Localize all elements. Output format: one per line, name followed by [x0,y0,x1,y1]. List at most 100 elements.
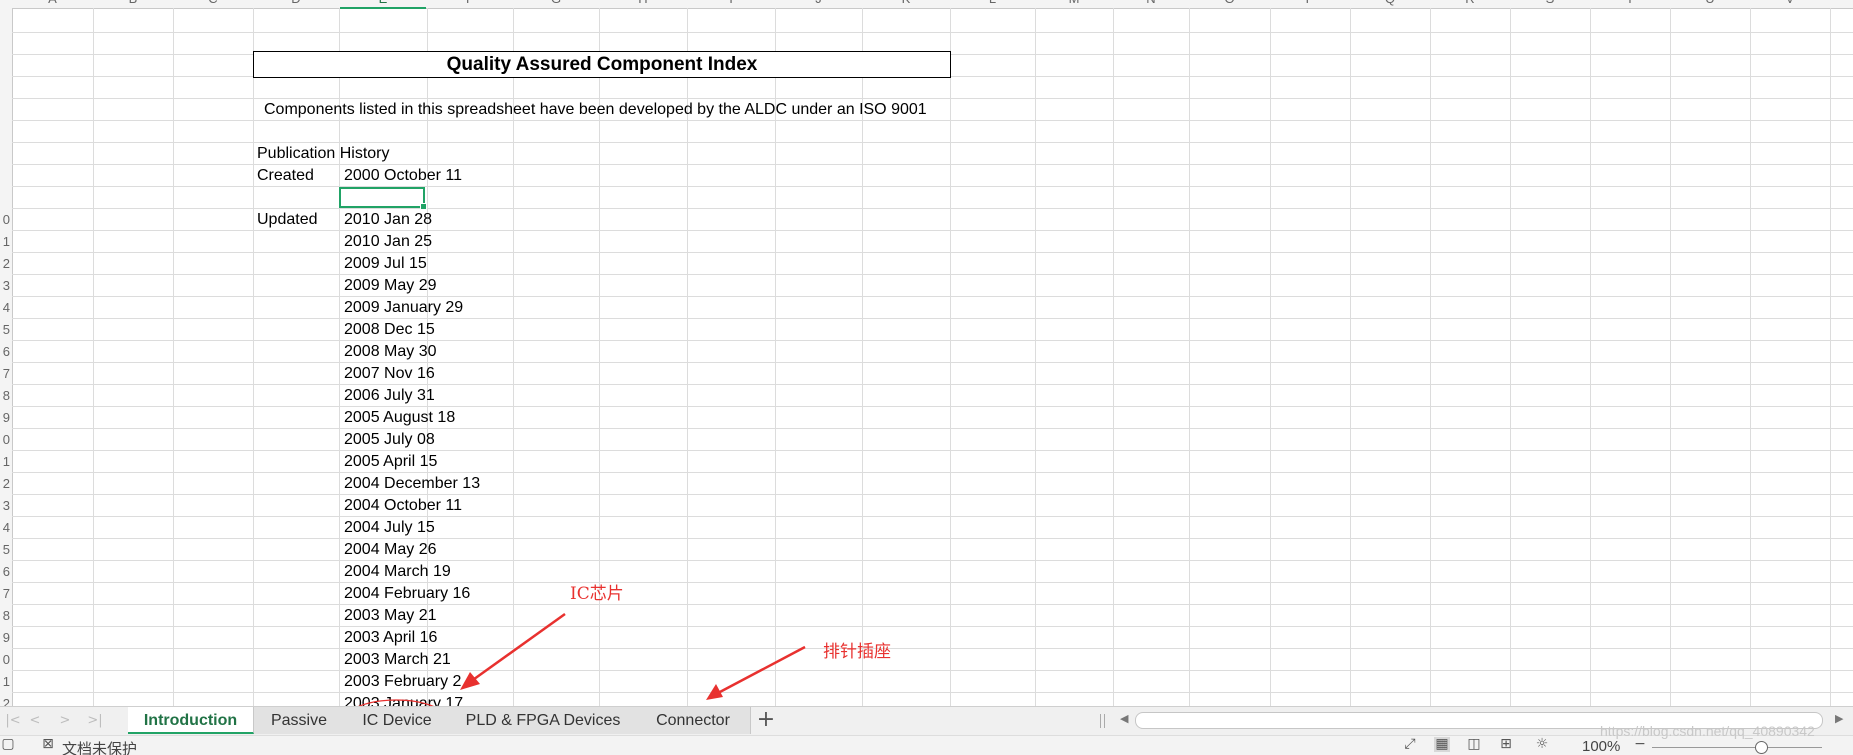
column-header-g[interactable]: G [513,0,599,7]
column-header-f[interactable]: F [427,0,513,7]
active-cell-selection[interactable] [339,187,427,210]
row-number[interactable]: 2 [0,256,10,271]
updated-date[interactable]: 2010 Jan 25 [344,231,432,253]
spreadsheet-grid[interactable]: ABCDEFGHIJKLMNOPQRSTUV 0 1 2 3 4 5 6 7 8 9 0 1 2 3 4 5 6… [0,0,1853,706]
updated-date[interactable]: 2004 March 19 [344,561,451,583]
doc-protection-status[interactable]: 文档未保护 [62,738,137,755]
updated-date[interactable]: 2003 February 2 [344,671,461,693]
updated-date[interactable]: 2009 Jul 15 [344,253,427,275]
row-header-bar[interactable]: 0 1 2 3 4 5 6 7 8 9 0 1 2 3 4 5 6 7 8 9 0 1 2 [0,8,13,706]
column-header-u[interactable]: U [1670,0,1750,7]
fullscreen-icon[interactable]: ⤢ [1402,737,1418,752]
column-header-l[interactable]: L [950,0,1035,7]
column-header-e[interactable]: E [339,0,427,7]
updated-date[interactable]: 2004 July 15 [344,517,435,539]
column-header-i[interactable]: I [687,0,775,7]
prev-sheet-icon[interactable]: < [26,712,44,730]
sheet-title[interactable]: Quality Assured Component Index [253,51,951,78]
row-number[interactable]: 3 [0,278,10,293]
column-header-r[interactable]: R [1430,0,1510,7]
column-header-n[interactable]: N [1113,0,1189,7]
scroll-left-icon[interactable]: ◀ [1120,712,1128,725]
row-number[interactable]: 3 [0,498,10,513]
normal-view-icon[interactable]: ▦ [1434,737,1450,752]
updated-date[interactable]: 2008 May 30 [344,341,437,363]
row-number[interactable]: 6 [0,564,10,579]
updated-date[interactable]: 2005 July 08 [344,429,435,451]
updated-date[interactable]: 2010 Jan 28 [344,209,432,231]
updated-date[interactable]: 2005 August 18 [344,407,455,429]
row-number[interactable]: 0 [0,652,10,667]
updated-date[interactable]: 2005 April 15 [344,451,437,473]
row-number[interactable]: 8 [0,608,10,623]
row-number[interactable]: 2 [0,696,10,706]
row-number[interactable]: 1 [0,674,10,689]
row-number[interactable]: 4 [0,300,10,315]
page-layout-icon[interactable]: ◫ [1466,737,1482,752]
first-sheet-icon[interactable]: |< [4,712,22,730]
column-header-s[interactable]: S [1510,0,1590,7]
created-label[interactable]: Created [257,165,314,187]
description-text[interactable]: Components listed in this spreadsheet ha… [264,99,927,121]
add-sheet-button[interactable]: + [753,707,779,734]
row-number[interactable]: 7 [0,586,10,601]
row-number[interactable]: 5 [0,542,10,557]
updated-date[interactable]: 2004 October 11 [344,495,462,517]
row-number[interactable]: 6 [0,344,10,359]
column-header-j[interactable]: J [775,0,862,7]
zoom-level[interactable]: 100% [1582,738,1620,755]
column-header-d[interactable]: D [253,0,339,7]
zoom-out-icon[interactable]: − [1632,737,1648,752]
column-header-a[interactable]: A [12,0,93,7]
tab-passive[interactable]: Passive [254,707,345,734]
updated-date[interactable]: 2004 May 26 [344,539,437,561]
scroll-right-icon[interactable]: ▶ [1835,712,1843,725]
column-header-m[interactable]: M [1035,0,1113,7]
last-sheet-icon[interactable]: >| [86,712,104,730]
eye-protection-icon[interactable]: ☼ [1534,737,1550,752]
updated-date[interactable]: 2003 March 21 [344,649,451,671]
row-number[interactable]: 5 [0,322,10,337]
updated-date[interactable]: 2004 February 16 [344,583,470,605]
updated-date[interactable]: 2008 Dec 15 [344,319,435,341]
updated-date[interactable]: 2003 May 21 [344,605,437,627]
page-break-icon[interactable]: ⊞ [1498,737,1514,752]
doc-icon[interactable]: ▢ [0,737,16,752]
updated-date[interactable]: 2006 July 31 [344,385,435,407]
zoom-slider-track[interactable] [1652,747,1822,748]
tab-connector[interactable]: Connector [636,707,751,734]
updated-date[interactable]: 2009 January 29 [344,297,463,319]
column-header-t[interactable]: T [1590,0,1670,7]
updated-date[interactable]: 2004 December 13 [344,473,480,495]
updated-date[interactable]: 2009 May 29 [344,275,437,297]
created-date[interactable]: 2000 October 11 [344,165,462,187]
column-header-h[interactable]: H [599,0,687,7]
tab-pld-fpga-devices[interactable]: PLD & FPGA Devices [450,707,637,734]
column-header-c[interactable]: C [173,0,253,7]
tab-ic-device[interactable]: IC Device [344,707,451,734]
publication-history-label[interactable]: Publication History [257,143,390,165]
updated-date[interactable]: 2007 Nov 16 [344,363,435,385]
column-header-bar[interactable]: ABCDEFGHIJKLMNOPQRSTUV [0,0,1853,9]
row-number[interactable]: 1 [0,454,10,469]
column-header-k[interactable]: K [862,0,950,7]
next-sheet-icon[interactable]: > [56,712,74,730]
row-number[interactable]: 8 [0,388,10,403]
zoom-slider-thumb[interactable] [1755,741,1768,754]
row-number[interactable]: 9 [0,630,10,645]
row-number[interactable]: 9 [0,410,10,425]
column-header-b[interactable]: B [93,0,173,7]
column-header-v[interactable]: V [1750,0,1830,7]
column-header-q[interactable]: Q [1350,0,1430,7]
updated-label[interactable]: Updated [257,209,318,231]
column-header-o[interactable]: O [1189,0,1270,7]
row-number[interactable]: 0 [0,212,10,227]
row-number[interactable]: 0 [0,432,10,447]
row-number[interactable]: 2 [0,476,10,491]
shield-icon[interactable]: ⊠ [40,737,56,752]
updated-date[interactable]: 2003 January 17 [344,693,463,706]
row-number[interactable]: 1 [0,234,10,249]
column-header-p[interactable]: P [1270,0,1350,7]
updated-date[interactable]: 2003 April 16 [344,627,437,649]
row-number[interactable]: 4 [0,520,10,535]
